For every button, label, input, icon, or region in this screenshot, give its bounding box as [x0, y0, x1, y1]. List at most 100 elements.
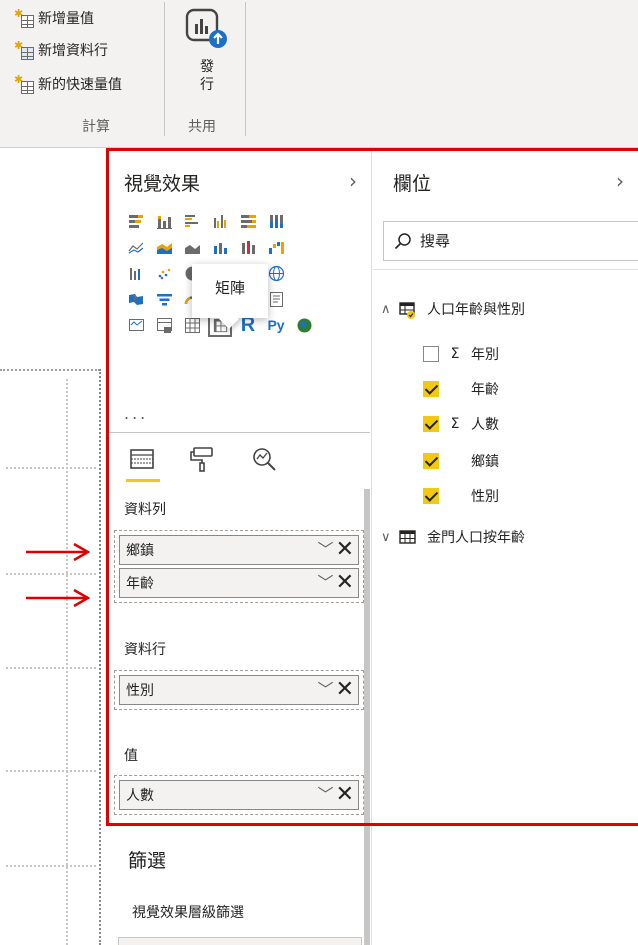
table-icon: [399, 529, 417, 545]
matrix-tooltip: 矩陣: [192, 264, 268, 318]
new-column-label: 新增資料行: [38, 43, 108, 59]
field-checkbox-checked[interactable]: [423, 416, 439, 432]
pane-scrollbar[interactable]: [364, 489, 370, 945]
funnel-icon[interactable]: [150, 286, 178, 312]
analytics-magnifier-icon[interactable]: [250, 445, 278, 473]
publish-button[interactable]: 發行: [178, 6, 236, 108]
fields-divider: [373, 269, 638, 270]
arcgis-map-icon[interactable]: [290, 312, 318, 338]
remove-field-icon[interactable]: ✕: [336, 539, 354, 561]
field-checkbox[interactable]: [423, 346, 439, 362]
field-row-age[interactable]: 年齡: [423, 379, 499, 399]
remove-field-icon[interactable]: ✕: [336, 784, 354, 806]
values-field-population[interactable]: 人數 ﹀ ✕: [119, 780, 359, 810]
field-pill-label: 年齡: [126, 576, 154, 592]
field-name: 人數: [471, 417, 499, 433]
visual-filter-well[interactable]: [118, 937, 362, 945]
funnel-column-icon[interactable]: [122, 260, 150, 286]
fields-search-box[interactable]: [383, 221, 638, 261]
rows-well-label: 資料列: [124, 502, 166, 518]
visual-level-filters-label: 視覺效果層級篩選: [132, 905, 244, 921]
table-kinmen-population-by-age[interactable]: ∨ 金門人口按年齡: [381, 527, 525, 547]
stacked-bar-chart-icon[interactable]: [122, 208, 150, 234]
rows-field-township[interactable]: 鄉鎮 ﹀ ✕: [119, 535, 359, 565]
more-visuals-button[interactable]: ...: [124, 404, 148, 423]
new-column-button[interactable]: ✱ 新增資料行: [14, 38, 108, 62]
field-checkbox-checked[interactable]: [423, 381, 439, 397]
sigma-icon: Σ: [450, 416, 460, 432]
100-stacked-column-icon[interactable]: [262, 208, 290, 234]
clustered-bar-chart-icon[interactable]: [178, 208, 206, 234]
visual-border-right: [99, 369, 101, 945]
ribbon-separator-2: [245, 2, 246, 136]
chevron-down-icon[interactable]: ﹀: [318, 785, 334, 805]
field-row-gender[interactable]: 性別: [423, 486, 499, 506]
new-quick-measure-button[interactable]: ✱ 新的快速量值: [14, 72, 122, 96]
columns-well[interactable]: 性別 ﹀ ✕: [114, 670, 364, 710]
ribbon: ✱ 新增量值 ✱ 新增資料行 ✱ 新的快速量值 計算 發行 共用: [0, 0, 638, 148]
field-row-township[interactable]: 鄉鎮: [423, 451, 499, 471]
line-clustered-column-icon[interactable]: [206, 234, 234, 260]
stacked-column-chart-icon[interactable]: [150, 208, 178, 234]
field-row-year[interactable]: Σ 年別: [423, 344, 499, 364]
sigma-icon: Σ: [450, 346, 460, 362]
new-quick-measure-label: 新的快速量值: [38, 77, 122, 93]
values-well[interactable]: 人數 ﹀ ✕: [114, 775, 364, 815]
new-measure-button[interactable]: ✱ 新增量值: [14, 6, 94, 30]
chevron-down-icon[interactable]: ﹀: [318, 540, 334, 560]
red-arrow-icon: [26, 542, 90, 562]
search-input[interactable]: [420, 232, 620, 250]
100-stacked-bar-icon[interactable]: [234, 208, 262, 234]
field-checkbox-checked[interactable]: [423, 453, 439, 469]
table-population-age-gender[interactable]: ∧ 人口年齡與性別: [381, 299, 525, 319]
table-icon[interactable]: [150, 312, 178, 338]
field-pill-label: 鄉鎮: [126, 543, 154, 559]
rows-well[interactable]: 鄉鎮 ﹀ ✕ 年齡 ﹀ ✕: [114, 530, 364, 603]
red-arrow-icon: [26, 588, 90, 608]
remove-field-icon[interactable]: ✕: [336, 679, 354, 701]
gridline-row: [6, 667, 96, 669]
columns-field-gender[interactable]: 性別 ﹀ ✕: [119, 675, 359, 705]
ribbon-chart-icon[interactable]: [234, 234, 262, 260]
remove-field-icon[interactable]: ✕: [336, 572, 354, 594]
field-row-population[interactable]: Σ 人數: [423, 414, 499, 434]
values-well-label: 值: [124, 748, 138, 764]
collapse-visualizations-icon[interactable]: ›: [349, 169, 357, 193]
stacked-area-chart-icon[interactable]: [178, 234, 206, 260]
table-name: 人口年齡與性別: [427, 302, 525, 318]
gridline-row: [6, 573, 96, 575]
visual-border-top: [0, 369, 100, 371]
filled-map-icon[interactable]: [122, 286, 150, 312]
collapse-fields-icon[interactable]: ›: [616, 169, 624, 193]
gridline-row: [6, 467, 96, 469]
rows-field-age[interactable]: 年齡 ﹀ ✕: [119, 568, 359, 598]
fields-tab-icon[interactable]: [128, 445, 156, 473]
clustered-column-chart-icon[interactable]: [206, 208, 234, 234]
chevron-down-icon[interactable]: ﹀: [318, 573, 334, 593]
line-chart-icon[interactable]: [122, 234, 150, 260]
active-tab-indicator: [126, 479, 160, 482]
slicer-icon[interactable]: [122, 312, 150, 338]
publish-label: 發行: [200, 59, 214, 93]
expand-table-icon[interactable]: ∨: [381, 530, 399, 545]
waterfall-chart-icon[interactable]: [262, 234, 290, 260]
filters-title: 篩選: [128, 850, 167, 872]
new-column-icon: ✱: [14, 40, 34, 60]
field-name: 年別: [471, 347, 499, 363]
new-measure-icon: ✱: [14, 8, 34, 28]
chevron-down-icon[interactable]: ﹀: [318, 680, 334, 700]
collapse-table-icon[interactable]: ∧: [381, 302, 399, 317]
scatter-chart-icon[interactable]: [150, 260, 178, 286]
field-pill-label: 人數: [126, 788, 154, 804]
field-name: 年齡: [471, 382, 499, 398]
area-chart-icon[interactable]: [150, 234, 178, 260]
report-canvas[interactable]: [0, 149, 104, 945]
calc-group-label: 計算: [82, 119, 110, 135]
format-paint-roller-icon[interactable]: [188, 445, 216, 473]
field-name: 性別: [471, 489, 499, 505]
fields-pane: 欄位 › ∧ 人口年齡與性別 Σ 年別 年齡 Σ 人數 鄉鎮: [373, 149, 638, 945]
fields-title: 欄位: [393, 173, 432, 195]
field-name: 鄉鎮: [471, 454, 499, 470]
field-checkbox-checked[interactable]: [423, 488, 439, 504]
share-group-label: 共用: [188, 119, 216, 135]
